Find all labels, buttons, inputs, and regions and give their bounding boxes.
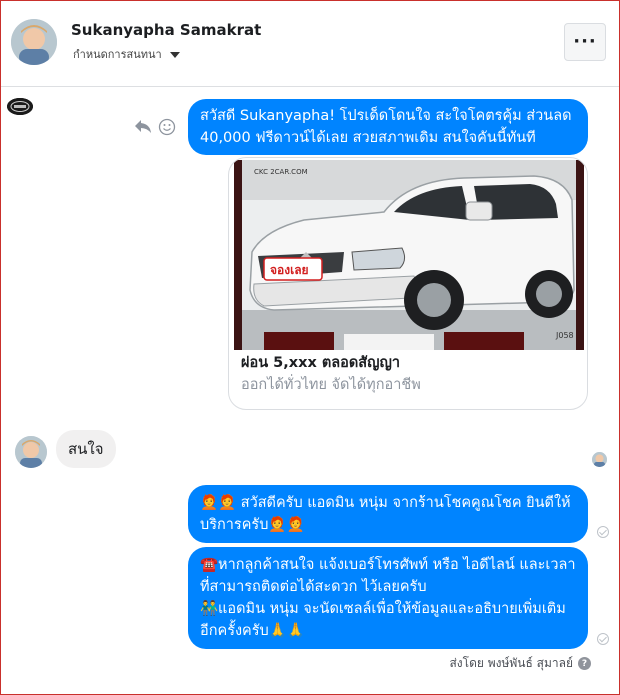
check-circle-icon (597, 526, 609, 538)
contact-name[interactable]: Sukanyapha Samakrat (71, 21, 261, 39)
caret-down-icon (169, 51, 180, 58)
incoming-message[interactable]: สนใจ (56, 430, 116, 468)
sent-by-label: ส่งโดย พงษ์พันธ์ สุมาลย์ ? (449, 654, 591, 673)
help-icon[interactable]: ? (578, 657, 591, 670)
check-circle-icon (597, 633, 609, 645)
outgoing-message-admin-contact[interactable]: ☎️หากลูกค้าสนใจ แจ้งเบอร์โทรศัพท์ หรือ ไ… (188, 547, 588, 649)
avatar[interactable] (11, 19, 57, 65)
card-title[interactable]: ผ่อน 5,xxx ตลอดสัญญา (241, 351, 400, 374)
message-line: 👬แอดมิน หนุ่ม จะนัดเซลล์เพื่อให้ข้อมูลแล… (200, 601, 566, 639)
conversation-label: กำหนดการสนทนา (73, 48, 162, 61)
more-options-button[interactable]: ··· (564, 23, 606, 61)
more-icon: ··· (573, 31, 597, 52)
seen-avatar (592, 452, 607, 467)
conversation-header: Sukanyapha Samakrat กำหนดการสนทนา ··· (1, 1, 619, 87)
user-avatar[interactable] (15, 436, 47, 468)
smiley-icon[interactable] (158, 118, 176, 136)
outgoing-message-greeting[interactable]: สวัสดี Sukanyapha! โปรเด็ดโดนใจ สะใจโคตร… (188, 99, 588, 155)
message-line: ☎️หากลูกค้าสนใจ แจ้งเบอร์โทรศัพท์ หรือ ไ… (200, 557, 576, 595)
image-watermark: CKC 2CAR.COM (254, 168, 308, 176)
card-description: ออกได้ทั่วไทย จัดได้ทุกอาชีพ (241, 377, 421, 393)
reply-icon[interactable] (134, 118, 152, 134)
sent-by-text: ส่งโดย พงษ์พันธ์ สุมาลย์ (449, 656, 573, 670)
product-card[interactable]: CKC 2CAR.COM จองเลย J058 ผ่อน 5,xxx ตลอด… (228, 157, 588, 410)
image-sticker: จองเลย (270, 263, 309, 277)
image-code: J058 (555, 331, 574, 340)
outgoing-message-admin-greeting[interactable]: 🧑‍🦰🧑‍🦰 สวัสดีครับ แอดมิน หนุ่ม จากร้านโช… (188, 485, 588, 543)
conversation-label-selector[interactable]: กำหนดการสนทนา (73, 45, 180, 63)
page-avatar (7, 98, 33, 115)
product-image[interactable]: CKC 2CAR.COM จองเลย J058 (234, 160, 584, 350)
